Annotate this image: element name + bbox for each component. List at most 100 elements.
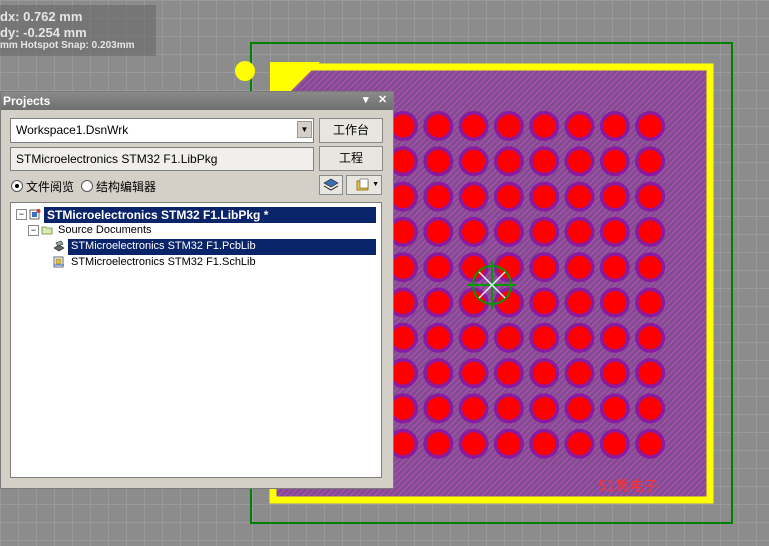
bga-pad[interactable]: [426, 255, 450, 279]
bga-pad[interactable]: [426, 185, 450, 209]
bga-pad[interactable]: [532, 255, 556, 279]
bga-pad[interactable]: [638, 255, 662, 279]
bga-pad[interactable]: [568, 255, 591, 279]
radio-file-view[interactable]: 文件阅览: [11, 178, 74, 195]
bga-pad[interactable]: [568, 114, 591, 138]
radio-dot: [11, 180, 23, 192]
bga-pad[interactable]: [532, 361, 556, 385]
bga-pad[interactable]: [568, 149, 591, 173]
bga-pad[interactable]: [532, 396, 556, 420]
bga-pad[interactable]: [426, 149, 450, 173]
bga-pad[interactable]: [462, 326, 486, 350]
tree-folder[interactable]: − Source Documents: [11, 223, 381, 238]
bga-pad[interactable]: [568, 291, 591, 314]
bga-pad[interactable]: [532, 220, 556, 244]
bga-pad[interactable]: [638, 361, 662, 385]
bga-pad[interactable]: [497, 361, 521, 385]
bga-pad[interactable]: [568, 361, 591, 385]
bga-pad[interactable]: [462, 185, 486, 209]
bga-pad[interactable]: [497, 149, 521, 173]
radio-file-view-label: 文件阅览: [26, 180, 75, 194]
bga-pad[interactable]: [426, 361, 450, 385]
bga-pad[interactable]: [568, 432, 591, 456]
project-button[interactable]: 工程: [319, 146, 383, 171]
chevron-down-icon[interactable]: ▼: [297, 121, 312, 138]
collapse-icon[interactable]: −: [16, 209, 27, 220]
tree-root[interactable]: − STMicroelectronics STM32 F1.LibPkg *: [11, 207, 381, 223]
bga-pad[interactable]: [391, 149, 415, 173]
bga-pad[interactable]: [568, 326, 591, 350]
project-package-icon: [29, 209, 41, 220]
collapse-icon[interactable]: −: [28, 225, 39, 236]
bga-pad[interactable]: [603, 291, 627, 314]
bga-pad[interactable]: [391, 220, 415, 244]
bga-pad[interactable]: [638, 432, 662, 456]
projects-panel: Projects ▾ ✕ Workspace1.DsnWrk ▼ 工作台 STM…: [0, 91, 394, 489]
bga-pad[interactable]: [462, 220, 486, 244]
bga-pad[interactable]: [426, 114, 450, 138]
bga-pad[interactable]: [497, 396, 521, 420]
panel-menu-icon[interactable]: ▾: [363, 93, 369, 106]
bga-pad[interactable]: [603, 185, 627, 209]
bga-pad[interactable]: [603, 220, 627, 244]
bga-pad[interactable]: [638, 149, 662, 173]
bga-pad[interactable]: [638, 326, 662, 350]
bga-pad[interactable]: [638, 114, 662, 138]
bga-pad[interactable]: [497, 220, 521, 244]
bga-pad[interactable]: [391, 361, 415, 385]
bga-pad[interactable]: [426, 220, 450, 244]
bga-pad[interactable]: [391, 185, 415, 209]
tree-file-pcblib[interactable]: STMicroelectronics STM32 F1.PcbLib: [11, 239, 381, 255]
bga-pad[interactable]: [391, 396, 415, 420]
folder-document-icon: [356, 178, 369, 191]
tree-file-schlib[interactable]: STMicroelectronics STM32 F1.SchLib: [11, 255, 381, 270]
bga-pad[interactable]: [497, 432, 521, 456]
bga-pad[interactable]: [391, 326, 415, 350]
radio-dot: [81, 180, 93, 192]
bga-pad[interactable]: [426, 326, 450, 350]
bga-pad[interactable]: [497, 114, 521, 138]
bga-pad[interactable]: [638, 220, 662, 244]
compile-button[interactable]: [319, 175, 343, 195]
bga-pad[interactable]: [638, 291, 662, 314]
bga-pad[interactable]: [532, 149, 556, 173]
bga-pad[interactable]: [462, 432, 486, 456]
project-field[interactable]: STMicroelectronics STM32 F1.LibPkg: [10, 147, 314, 171]
bga-pad[interactable]: [603, 432, 627, 456]
bga-pad[interactable]: [603, 149, 627, 173]
bga-pad[interactable]: [497, 185, 521, 209]
bga-pad[interactable]: [638, 396, 662, 420]
bga-pad[interactable]: [532, 326, 556, 350]
bga-pad[interactable]: [462, 149, 486, 173]
bga-pad[interactable]: [532, 432, 556, 456]
bga-pad[interactable]: [462, 361, 486, 385]
bga-pad[interactable]: [568, 220, 591, 244]
open-document-button[interactable]: ▼: [346, 175, 382, 195]
radio-structure-editor[interactable]: 结构编辑器: [81, 178, 156, 195]
bga-pad[interactable]: [462, 396, 486, 420]
bga-pad[interactable]: [426, 432, 450, 456]
close-icon[interactable]: ✕: [378, 93, 387, 106]
bga-pad[interactable]: [391, 255, 415, 279]
bga-pad[interactable]: [497, 326, 521, 350]
bga-pad[interactable]: [391, 432, 415, 456]
bga-pad[interactable]: [603, 396, 627, 420]
bga-pad[interactable]: [532, 114, 556, 138]
bga-pad[interactable]: [532, 185, 556, 209]
bga-pad[interactable]: [532, 291, 556, 314]
bga-pad[interactable]: [426, 396, 450, 420]
bga-pad[interactable]: [603, 255, 627, 279]
workspace-dropdown[interactable]: Workspace1.DsnWrk ▼: [10, 118, 314, 143]
schlib-file-icon: [53, 256, 64, 268]
bga-pad[interactable]: [426, 291, 450, 314]
bga-pad[interactable]: [603, 114, 627, 138]
bga-pad[interactable]: [568, 185, 591, 209]
bga-pad[interactable]: [391, 291, 415, 314]
bga-pad[interactable]: [391, 114, 415, 138]
bga-pad[interactable]: [638, 185, 662, 209]
bga-pad[interactable]: [462, 114, 486, 138]
bga-pad[interactable]: [603, 326, 627, 350]
bga-pad[interactable]: [603, 361, 627, 385]
workspace-button[interactable]: 工作台: [319, 118, 383, 143]
bga-pad[interactable]: [568, 396, 591, 420]
